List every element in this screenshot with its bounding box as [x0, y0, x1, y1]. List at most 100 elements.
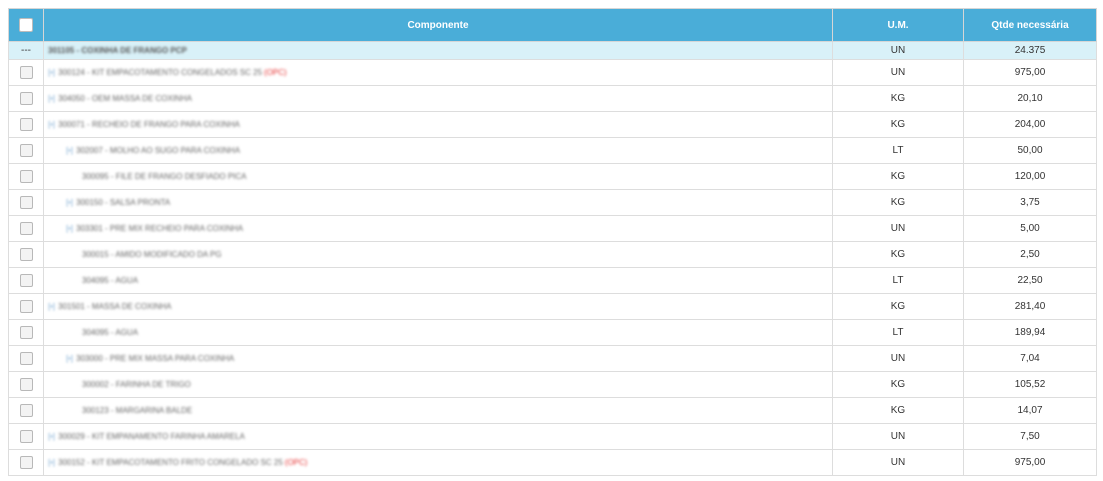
component-cell: 304095 - AGUA: [43, 319, 833, 346]
component-name: 300150 - SALSA PRONTA: [76, 198, 171, 207]
row-check-cell: [8, 189, 44, 216]
expand-toggle-icon[interactable]: [+]: [48, 94, 55, 103]
component-content: 300095 - FILE DE FRANGO DESFIADO PICA: [44, 164, 832, 189]
row-checkbox[interactable]: [19, 300, 33, 313]
row-checkbox[interactable]: [19, 326, 33, 339]
component-name: 300029 - KIT EMPANAMENTO FARINHA AMARELA: [58, 432, 245, 441]
component-content: [+] 304050 - OEM MASSA DE COXINHA: [44, 86, 832, 111]
parent-marker-cell: ---: [8, 41, 44, 60]
component-content: 304095 - AGUA: [44, 268, 832, 293]
row-checkbox[interactable]: [19, 66, 33, 79]
table-row[interactable]: [+] 300029 - KIT EMPANAMENTO FARINHA AMAR…: [8, 423, 1097, 450]
table-row[interactable]: [+] 303000 - PRE MIX MASSA PARA COXINHA UN…: [8, 345, 1097, 372]
component-table: Componente U.M. Qtde necessária --- 3011…: [8, 8, 1097, 476]
quantity-cell: 7,50: [963, 423, 1097, 450]
row-check-cell: [8, 397, 44, 424]
row-checkbox[interactable]: [19, 378, 33, 391]
component-cell: [+] 301501 - MASSA DE COXINHA: [43, 293, 833, 320]
row-checkbox[interactable]: [19, 352, 33, 365]
component-cell: 300095 - FILE DE FRANGO DESFIADO PICA: [43, 163, 833, 190]
row-checkbox[interactable]: [19, 222, 33, 235]
table-row[interactable]: [+] 300152 - KIT EMPACOTAMENTO FRITO CONG…: [8, 449, 1097, 476]
component-name: 301501 - MASSA DE COXINHA: [58, 302, 172, 311]
table-row[interactable]: [+] 304050 - OEM MASSA DE COXINHA KG 20,10: [8, 85, 1097, 112]
select-all-checkbox[interactable]: [19, 18, 33, 32]
component-column-header[interactable]: Componente: [43, 8, 833, 42]
row-checkbox[interactable]: [19, 404, 33, 417]
component-content: 300123 - MARGARINA BALDE: [44, 398, 832, 423]
component-cell: [+] 300071 - RECHEIO DE FRANGO PARA COXIN…: [43, 111, 833, 138]
quantity-cell: 14,07: [963, 397, 1097, 424]
component-cell: [+] 303000 - PRE MIX MASSA PARA COXINHA: [43, 345, 833, 372]
quantity-cell: 50,00: [963, 137, 1097, 164]
component-name: 300123 - MARGARINA BALDE: [82, 406, 193, 415]
row-check-cell: [8, 137, 44, 164]
expand-toggle-icon[interactable]: [+]: [48, 458, 55, 467]
component-name: 300002 - FARINHA DE TRIGO: [82, 380, 191, 389]
quantity-cell: 120,00: [963, 163, 1097, 190]
unit-column-header[interactable]: U.M.: [832, 8, 964, 42]
expand-toggle-icon[interactable]: [+]: [66, 354, 73, 363]
row-checkbox[interactable]: [19, 248, 33, 261]
unit-cell: KG: [832, 85, 964, 112]
unit-cell: LT: [832, 267, 964, 294]
quantity-cell: 2,50: [963, 241, 1097, 268]
row-check-cell: [8, 345, 44, 372]
table-row[interactable]: [+] 303301 - PRE MIX RECHEIO PARA COXINHA…: [8, 215, 1097, 242]
expand-toggle-icon[interactable]: [+]: [66, 198, 73, 207]
component-name: 303301 - PRE MIX RECHEIO PARA COXINHA: [76, 224, 244, 233]
component-table-container: Componente U.M. Qtde necessária --- 3011…: [8, 8, 1097, 476]
row-checkbox[interactable]: [19, 456, 33, 469]
row-check-cell: [8, 85, 44, 112]
expand-toggle-icon[interactable]: [+]: [66, 224, 73, 233]
table-row[interactable]: [+] 300124 - KIT EMPACOTAMENTO CONGELADOS…: [8, 59, 1097, 86]
table-row[interactable]: [+] 301501 - MASSA DE COXINHA KG 281,40: [8, 293, 1097, 320]
quantity-cell: 3,75: [963, 189, 1097, 216]
table-row[interactable]: 304095 - AGUA LT 22,50: [8, 267, 1097, 294]
table-row[interactable]: 300002 - FARINHA DE TRIGO KG 105,52: [8, 371, 1097, 398]
component-name: 300015 - AMIDO MODIFICADO DA PG: [82, 250, 222, 259]
quantity-column-header[interactable]: Qtde necessária: [963, 8, 1097, 42]
header-row: Componente U.M. Qtde necessária: [8, 8, 1097, 42]
table-row[interactable]: [+] 302007 - MOLHO AO SUGO PARA COXINHA LT…: [8, 137, 1097, 164]
component-content: [+] 300124 - KIT EMPACOTAMENTO CONGELADOS…: [44, 60, 832, 85]
row-checkbox[interactable]: [19, 430, 33, 443]
table-row[interactable]: 300015 - AMIDO MODIFICADO DA PG KG 2,50: [8, 241, 1097, 268]
row-checkbox[interactable]: [19, 144, 33, 157]
table-row[interactable]: [+] 300071 - RECHEIO DE FRANGO PARA COXIN…: [8, 111, 1097, 138]
row-checkbox[interactable]: [19, 118, 33, 131]
row-check-cell: [8, 267, 44, 294]
component-cell: [+] 303301 - PRE MIX RECHEIO PARA COXINHA: [43, 215, 833, 242]
expand-toggle-icon[interactable]: [+]: [48, 432, 55, 441]
quantity-cell: 20,10: [963, 85, 1097, 112]
expand-toggle-icon[interactable]: [+]: [48, 302, 55, 311]
expand-toggle-icon[interactable]: [+]: [48, 120, 55, 129]
component-cell: 300123 - MARGARINA BALDE: [43, 397, 833, 424]
component-content: 300015 - AMIDO MODIFICADO DA PG: [44, 242, 832, 267]
row-checkbox[interactable]: [19, 196, 33, 209]
table-row[interactable]: 300095 - FILE DE FRANGO DESFIADO PICA KG 1…: [8, 163, 1097, 190]
row-checkbox[interactable]: [19, 170, 33, 183]
quantity-cell: 189,94: [963, 319, 1097, 346]
component-content: [+] 300150 - SALSA PRONTA: [44, 190, 832, 215]
quantity-cell: 5,00: [963, 215, 1097, 242]
optional-tag: (OPC): [264, 68, 287, 77]
expand-toggle-icon[interactable]: [+]: [66, 146, 73, 155]
component-content: [+] 302007 - MOLHO AO SUGO PARA COXINHA: [44, 138, 832, 163]
table-row[interactable]: 300123 - MARGARINA BALDE KG 14,07: [8, 397, 1097, 424]
unit-cell: UN: [832, 423, 964, 450]
table-row[interactable]: [+] 300150 - SALSA PRONTA KG 3,75: [8, 189, 1097, 216]
component-content: [+] 300152 - KIT EMPACOTAMENTO FRITO CONG…: [44, 450, 832, 475]
expand-toggle-icon[interactable]: [+]: [48, 68, 55, 77]
row-checkbox[interactable]: [19, 274, 33, 287]
unit-cell: KG: [832, 189, 964, 216]
component-cell: [+] 300150 - SALSA PRONTA: [43, 189, 833, 216]
table-row[interactable]: 304095 - AGUA LT 189,94: [8, 319, 1097, 346]
component-name: 300124 - KIT EMPACOTAMENTO CONGELADOS SC…: [58, 68, 263, 77]
quantity-cell: 22,50: [963, 267, 1097, 294]
component-cell: 300002 - FARINHA DE TRIGO: [43, 371, 833, 398]
component-content: [+] 303000 - PRE MIX MASSA PARA COXINHA: [44, 346, 832, 371]
row-checkbox[interactable]: [19, 92, 33, 105]
component-content: [+] 301501 - MASSA DE COXINHA: [44, 294, 832, 319]
row-check-cell: [8, 215, 44, 242]
